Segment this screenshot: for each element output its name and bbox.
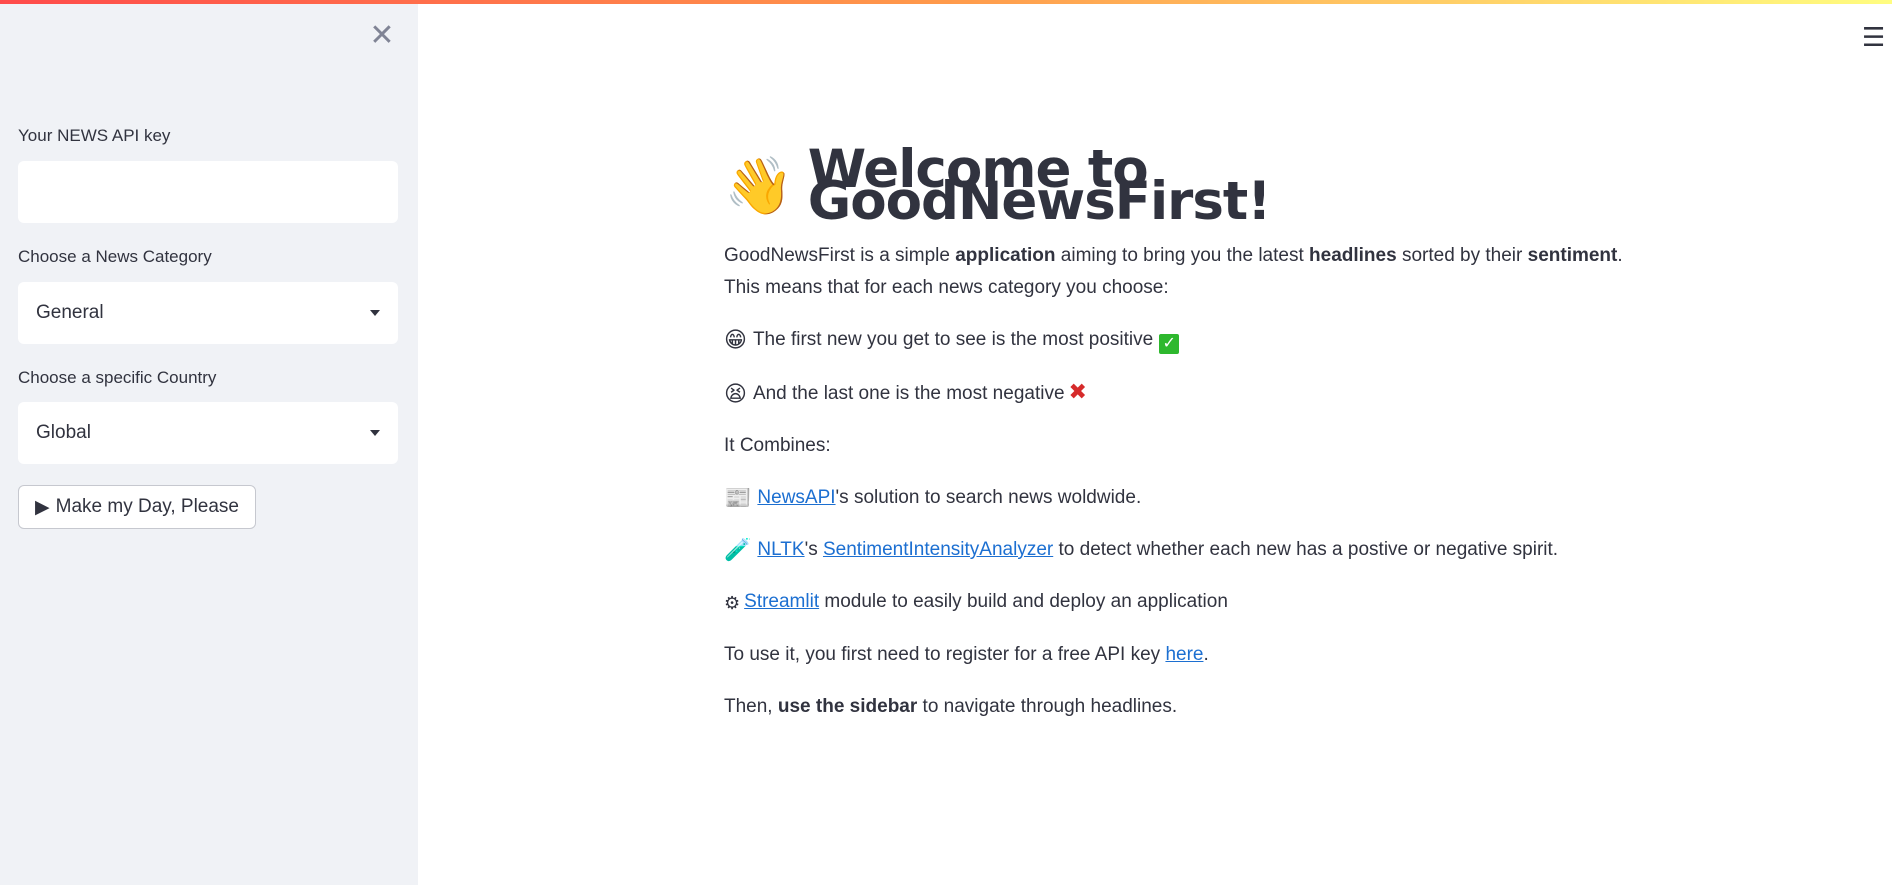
streamlit-text: module to easily build and deploy an app…: [819, 591, 1228, 612]
country-select[interactable]: Global: [18, 402, 398, 464]
top-decoration-bar: [0, 0, 1892, 4]
page-title: Welcome to GoodNewsFirst!: [807, 139, 1272, 232]
streamlit-line: ⚙ Streamlit module to easily build and de…: [724, 586, 1624, 619]
make-my-day-button-label: Make my Day, Please: [55, 496, 240, 517]
check-mark-icon: ✓: [1159, 334, 1180, 354]
sentiment-analyzer-link[interactable]: SentimentIntensityAnalyzer: [823, 539, 1053, 560]
cross-mark-icon: ✖: [1068, 379, 1087, 404]
intro-bold-sentiment: sentiment: [1527, 245, 1618, 266]
negative-line: 😫 And the last one is the most negative ✖: [724, 376, 1624, 410]
register-end: .: [1203, 644, 1209, 665]
chevron-down-icon: [370, 310, 380, 316]
hero-heading: 👋 Welcome to GoodNewsFirst!: [724, 139, 1624, 232]
gear-icon: ⚙: [724, 593, 741, 613]
close-icon[interactable]: ✕: [366, 20, 398, 52]
main-content: 👋 Welcome to GoodNewsFirst! GoodNewsFirs…: [724, 139, 1624, 743]
negative-text: And the last one is the most negative: [752, 383, 1065, 404]
nltk-line: 🧪 NLTK's SentimentIntensityAnalyzer to de…: [724, 534, 1624, 566]
intro-text: aiming to bring you the latest: [1055, 245, 1310, 266]
test-tube-icon: 🧪: [724, 537, 752, 562]
intro-bold-application: application: [955, 245, 1056, 266]
chevron-down-icon: [370, 430, 380, 436]
tired-face-icon: 😫: [724, 381, 747, 406]
country-label: Choose a specific Country: [18, 368, 217, 387]
newspaper-icon: 📰: [724, 485, 752, 510]
register-text: To use it, you first need to register fo…: [724, 644, 1166, 665]
hint-bold: use the sidebar: [777, 696, 918, 717]
category-select[interactable]: General: [18, 282, 398, 344]
intro-line-2: This means that for each news category y…: [724, 277, 1169, 298]
api-key-input[interactable]: [18, 161, 398, 223]
hamburger-menu-icon[interactable]: ☰: [1862, 24, 1885, 50]
register-here-link[interactable]: here: [1165, 644, 1203, 665]
positive-text: The first new you get to see is the most…: [752, 329, 1154, 350]
register-line: To use it, you first need to register fo…: [724, 639, 1624, 671]
streamlit-link[interactable]: Streamlit: [744, 591, 819, 612]
grinning-face-icon: 😁: [724, 327, 747, 352]
country-select-value: Global: [36, 422, 91, 443]
waving-hand-icon: 👋: [724, 154, 794, 217]
intro-text: sorted by their: [1396, 245, 1528, 266]
newsapi-line: 📰 NewsAPI's solution to search news woldw…: [724, 482, 1624, 514]
hint-text: Then,: [724, 696, 778, 717]
intro-text: GoodNewsFirst is a simple: [724, 245, 956, 266]
intro-bold-headlines: headlines: [1309, 245, 1397, 266]
positive-line: 😁 The first new you get to see is the mos…: [724, 324, 1624, 356]
newsapi-text: 's solution to search news woldwide.: [835, 487, 1142, 508]
nltk-text: to detect whether each new has a postive…: [1053, 539, 1559, 560]
intro-text: .: [1617, 245, 1623, 266]
sidebar-hint-line: Then, use the sidebar to navigate throug…: [724, 691, 1624, 723]
newsapi-link[interactable]: NewsAPI: [757, 487, 835, 508]
category-select-value: General: [36, 302, 104, 323]
nltk-link[interactable]: NLTK: [757, 539, 804, 560]
sidebar: ✕ Your NEWS API key Choose a News Catego…: [0, 0, 418, 885]
api-key-label: Your NEWS API key: [18, 126, 171, 145]
make-my-day-button[interactable]: ▶ Make my Day, Please: [18, 485, 257, 529]
combines-heading: It Combines:: [724, 435, 831, 456]
category-label: Choose a News Category: [18, 247, 212, 266]
play-icon: ▶: [35, 496, 50, 518]
hint-text: to navigate through headlines.: [917, 696, 1178, 717]
nltk-mid-text: 's: [804, 539, 823, 560]
intro-paragraph: GoodNewsFirst is a simple application ai…: [724, 240, 1624, 304]
